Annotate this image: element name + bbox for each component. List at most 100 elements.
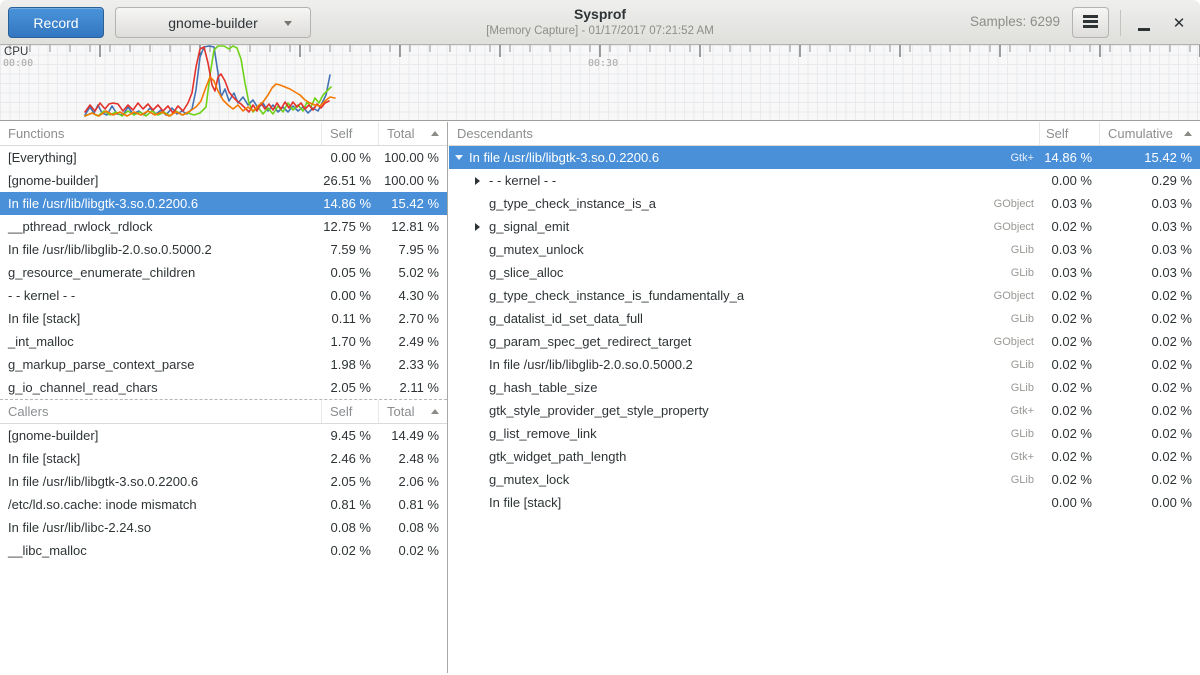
process-selector-dropdown[interactable]: gnome-builder [115,7,311,38]
table-row[interactable]: [Everything]0.00 %100.00 % [0,146,447,169]
table-row[interactable]: g_param_spec_get_redirect_targetGObject0… [449,330,1200,353]
table-row[interactable]: _int_malloc1.70 %2.49 % [0,330,447,353]
total-column-header[interactable]: Total [379,122,447,145]
sort-ascending-icon [431,131,439,136]
descendant-name-cell: g_hash_table_size GLib [449,380,1040,395]
table-row[interactable]: g_hash_table_sizeGLib0.02 %0.02 % [449,376,1200,399]
symbol-name: g_datalist_id_set_data_full [489,311,643,326]
library-tag: GObject [994,198,1040,210]
descendants-column-header[interactable]: Descendants [449,122,1040,145]
table-row[interactable]: - - kernel - -0.00 %0.29 % [449,169,1200,192]
table-row[interactable]: g_datalist_id_set_data_fullGLib0.02 %0.0… [449,307,1200,330]
table-row[interactable]: g_io_channel_read_chars2.05 %2.11 % [0,376,447,399]
table-row[interactable]: g_resource_enumerate_children0.05 %5.02 … [0,261,447,284]
titlebar-separator [1120,10,1121,36]
cumulative-column-label: Cumulative [1108,126,1173,141]
symbol-name: In file [stack] [0,451,322,466]
minimize-button[interactable] [1128,7,1160,38]
table-row[interactable]: /etc/ld.so.cache: inode mismatch0.81 %0.… [0,493,447,516]
table-row[interactable]: [gnome-builder]26.51 %100.00 % [0,169,447,192]
symbol-name: g_param_spec_get_redirect_target [489,334,691,349]
table-row[interactable]: In file /usr/lib/libglib-2.0.so.0.5000.2… [449,353,1200,376]
cumulative-column-header[interactable]: Cumulative [1100,122,1200,145]
callers-column-header[interactable]: Callers [0,400,322,423]
table-row[interactable]: g_type_check_instance_is_aGObject0.03 %0… [449,192,1200,215]
menu-button[interactable] [1072,7,1109,38]
table-row[interactable]: In file /usr/lib/libc-2.24.so0.08 %0.08 … [0,516,447,539]
self-percent: 0.08 % [322,520,379,535]
self-column-header[interactable]: Self [322,400,379,423]
descendant-name-cell: gtk_widget_path_length Gtk+ [449,449,1040,464]
cumulative-percent: 0.02 % [1100,380,1200,395]
table-row[interactable]: In file [stack]0.11 %2.70 % [0,307,447,330]
total-percent: 14.49 % [379,428,447,443]
library-tag: Gtk+ [1010,405,1040,417]
library-tag: Gtk+ [1010,451,1040,463]
minimize-icon [1138,28,1150,31]
table-row[interactable]: In file /usr/lib/libgtk-3.so.0.2200.62.0… [0,470,447,493]
descendant-name-cell: g_type_check_instance_is_aGObject [449,196,1040,211]
self-percent: 26.51 % [322,173,379,188]
table-row[interactable]: In file [stack]0.00 %0.00 % [449,491,1200,514]
table-row[interactable]: g_signal_emitGObject0.02 %0.03 % [449,215,1200,238]
table-row[interactable]: In file /usr/lib/libgtk-3.so.0.2200.614.… [0,192,447,215]
cpu-graph[interactable]: CPU 00:00 00:30 [0,45,1200,121]
cumulative-percent: 0.02 % [1100,334,1200,349]
expander-open-icon[interactable] [455,155,463,160]
symbol-name: In file [stack] [489,495,561,510]
descendant-name-cell: g_param_spec_get_redirect_target GObject [449,334,1040,349]
record-button[interactable]: Record [8,7,104,38]
functions-column-header[interactable]: Functions [0,122,322,145]
table-row[interactable]: g_slice_allocGLib0.03 %0.03 % [449,261,1200,284]
total-percent: 2.06 % [379,474,447,489]
self-percent: 0.00 % [1040,173,1100,188]
expander-closed-icon[interactable] [475,177,480,185]
table-row[interactable]: In file [stack]2.46 %2.48 % [0,447,447,470]
self-percent: 0.02 % [1040,334,1100,349]
table-row[interactable]: g_mutex_unlockGLib0.03 %0.03 % [449,238,1200,261]
expander-closed-icon[interactable] [475,223,480,231]
table-row[interactable]: g_mutex_lockGLib0.02 %0.02 % [449,468,1200,491]
close-button[interactable]: ✕ [1163,7,1195,38]
chevron-down-icon [284,21,292,26]
total-percent: 12.81 % [379,219,447,234]
table-row[interactable]: - - kernel - -0.00 %4.30 % [0,284,447,307]
table-row[interactable]: In file /usr/lib/libglib-2.0.so.0.5000.2… [0,238,447,261]
self-percent: 0.03 % [1040,196,1100,211]
library-tag: GObject [994,336,1040,348]
symbol-name: g_list_remove_link [489,426,597,441]
symbol-name: [gnome-builder] [0,173,322,188]
symbol-name: In file /usr/lib/libgtk-3.so.0.2200.6 [469,150,659,165]
symbol-name: g_hash_table_size [489,380,597,395]
symbol-name: gtk_widget_path_length [489,449,626,464]
table-row[interactable]: gtk_style_provider_get_style_propertyGtk… [449,399,1200,422]
symbol-name: In file /usr/lib/libglib-2.0.so.0.5000.2 [0,242,322,257]
symbol-name: /etc/ld.so.cache: inode mismatch [0,497,322,512]
self-column-header[interactable]: Self [1040,122,1100,145]
table-row[interactable]: __libc_malloc0.02 %0.02 % [0,539,447,562]
self-percent: 2.05 % [322,474,379,489]
self-percent: 0.00 % [322,150,379,165]
library-tag: GLib [1011,382,1040,394]
cumulative-percent: 0.02 % [1100,449,1200,464]
descendant-name-cell: gtk_style_provider_get_style_propertyGtk… [449,403,1040,418]
table-row[interactable]: [gnome-builder]9.45 %14.49 % [0,424,447,447]
table-row[interactable]: g_list_remove_linkGLib0.02 %0.02 % [449,422,1200,445]
total-column-header[interactable]: Total [379,400,447,423]
table-row[interactable]: gtk_widget_path_lengthGtk+0.02 %0.02 % [449,445,1200,468]
left-panel: Functions Self Total [Everything]0.00 %1… [0,122,448,673]
descendant-name-cell: - - kernel - - [449,173,1040,188]
cumulative-percent: 0.02 % [1100,472,1200,487]
descendant-name-cell: g_mutex_lockGLib [449,472,1040,487]
titlebar: Record gnome-builder Sysprof [Memory Cap… [0,0,1200,45]
cumulative-percent: 0.02 % [1100,311,1200,326]
symbol-name: g_markup_parse_context_parse [0,357,322,372]
library-tag: GLib [1011,244,1040,256]
table-row[interactable]: __pthread_rwlock_rdlock12.75 %12.81 % [0,215,447,238]
table-row[interactable]: g_type_check_instance_is_fundamentally_a… [449,284,1200,307]
table-row[interactable]: g_markup_parse_context_parse1.98 %2.33 % [0,353,447,376]
table-row[interactable]: In file /usr/lib/libgtk-3.so.0.2200.6Gtk… [449,146,1200,169]
self-percent: 0.02 % [1040,449,1100,464]
self-percent: 1.70 % [322,334,379,349]
self-column-header[interactable]: Self [322,122,379,145]
